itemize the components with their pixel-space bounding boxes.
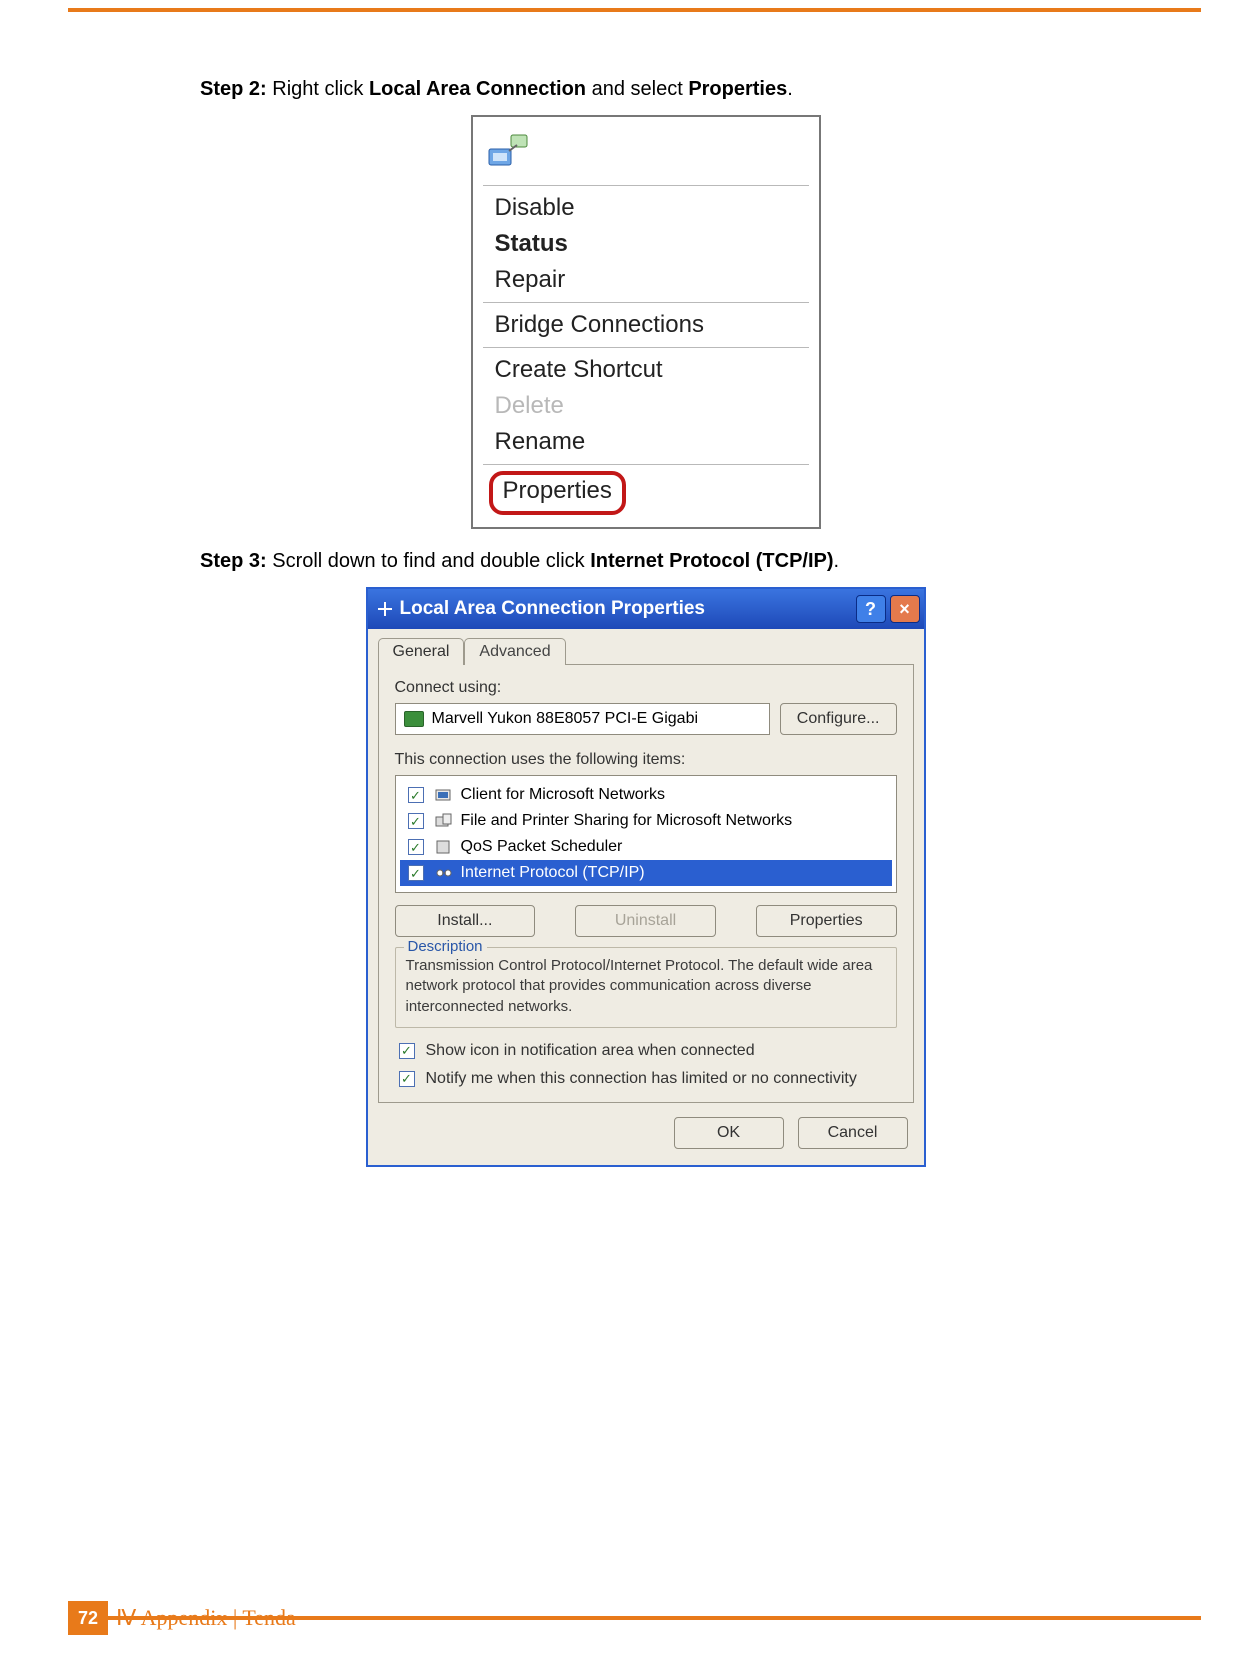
step2-end: . <box>787 78 793 100</box>
item-checkbox[interactable] <box>408 787 424 803</box>
install-button[interactable]: Install... <box>395 905 536 937</box>
step2-text: Step 2: Right click Local Area Connectio… <box>200 75 1091 103</box>
menu-separator <box>483 302 809 303</box>
step3-prefix: Step 3: <box>200 550 267 572</box>
document-page: Step 2: Right click Local Area Connectio… <box>0 0 1241 1653</box>
item-buttons-row: Install... Uninstall Properties <box>395 905 897 937</box>
connect-using-label: Connect using: <box>395 679 897 697</box>
dialog-tabs: General Advanced <box>368 629 924 664</box>
item-label: File and Printer Sharing for Microsoft N… <box>461 812 793 830</box>
notify-option[interactable]: Notify me when this connection has limit… <box>395 1068 897 1090</box>
description-text: Transmission Control Protocol/Internet P… <box>406 956 886 1017</box>
dialog-titlebar: Local Area Connection Properties ? × <box>368 589 924 629</box>
step3-b1: Internet Protocol (TCP/IP) <box>590 550 833 572</box>
tab-advanced[interactable]: Advanced <box>464 638 565 665</box>
item-checkbox[interactable] <box>408 813 424 829</box>
adapter-name: Marvell Yukon 88E8057 PCI-E Gigabi <box>432 710 699 728</box>
item-label: Client for Microsoft Networks <box>461 786 666 804</box>
tab-panel-general: Connect using: Marvell Yukon 88E8057 PCI… <box>378 664 914 1103</box>
network-connection-icon <box>473 123 819 181</box>
step2-mid2: and select <box>586 78 688 100</box>
top-rule <box>68 8 1201 12</box>
tab-general[interactable]: General <box>378 638 465 665</box>
step2-mid: Right click <box>267 78 369 100</box>
page-number: 72 <box>68 1601 108 1635</box>
menu-item-status[interactable]: Status <box>473 226 819 262</box>
tcpip-icon <box>435 865 453 881</box>
context-menu-figure: Disable Status Repair Bridge Connections… <box>471 115 821 529</box>
step2-b2: Properties <box>688 78 787 100</box>
footer-brand: | Tenda <box>227 1605 295 1630</box>
item-checkbox[interactable] <box>408 839 424 855</box>
menu-item-properties[interactable]: Properties <box>489 471 626 515</box>
item-properties-button[interactable]: Properties <box>756 905 897 937</box>
step3-text: Step 3: Scroll down to find and double c… <box>200 547 1091 575</box>
item-label: Internet Protocol (TCP/IP) <box>461 864 645 882</box>
uninstall-button: Uninstall <box>575 905 716 937</box>
fileprint-icon <box>435 813 453 829</box>
menu-item-repair[interactable]: Repair <box>473 262 819 298</box>
adapter-field: Marvell Yukon 88E8057 PCI-E Gigabi <box>395 703 770 735</box>
dialog-footer: OK Cancel <box>368 1103 924 1165</box>
properties-dialog-figure: Local Area Connection Properties ? × Gen… <box>366 587 926 1167</box>
dialog-title: Local Area Connection Properties <box>400 598 705 620</box>
menu-separator <box>483 185 809 186</box>
context-menu: Disable Status Repair Bridge Connections… <box>471 115 821 529</box>
menu-item-shortcut[interactable]: Create Shortcut <box>473 352 819 388</box>
footer-section: Ⅳ Appendix <box>116 1605 227 1630</box>
step2-b1: Local Area Connection <box>369 78 586 100</box>
titlebar-icon <box>376 600 394 618</box>
list-item[interactable]: File and Printer Sharing for Microsoft N… <box>400 808 892 834</box>
show-icon-option[interactable]: Show icon in notification area when conn… <box>395 1040 897 1062</box>
notify-checkbox[interactable] <box>399 1071 415 1087</box>
items-listbox[interactable]: Client for Microsoft Networks File and P… <box>395 775 897 893</box>
adapter-row: Marvell Yukon 88E8057 PCI-E Gigabi Confi… <box>395 703 897 735</box>
item-label: QoS Packet Scheduler <box>461 838 623 856</box>
items-label: This connection uses the following items… <box>395 751 897 769</box>
help-button[interactable]: ? <box>856 595 886 623</box>
item-checkbox[interactable] <box>408 865 424 881</box>
menu-item-bridge[interactable]: Bridge Connections <box>473 307 819 343</box>
list-item[interactable]: QoS Packet Scheduler <box>400 834 892 860</box>
footer-section-text: Ⅳ Appendix | Tenda <box>116 1605 296 1631</box>
client-icon <box>435 787 453 803</box>
close-button[interactable]: × <box>890 595 920 623</box>
list-item[interactable]: Client for Microsoft Networks <box>400 782 892 808</box>
list-item-selected[interactable]: Internet Protocol (TCP/IP) <box>400 860 892 886</box>
properties-dialog: Local Area Connection Properties ? × Gen… <box>366 587 926 1167</box>
step2-prefix: Step 2: <box>200 78 267 100</box>
step3-end: . <box>834 550 840 572</box>
menu-item-disable[interactable]: Disable <box>473 190 819 226</box>
description-group: Description Transmission Control Protoco… <box>395 947 897 1028</box>
configure-button[interactable]: Configure... <box>780 703 897 735</box>
menu-item-rename[interactable]: Rename <box>473 424 819 460</box>
show-icon-label: Show icon in notification area when conn… <box>426 1042 755 1060</box>
show-icon-checkbox[interactable] <box>399 1043 415 1059</box>
menu-item-delete: Delete <box>473 388 819 424</box>
nic-icon <box>404 711 424 727</box>
menu-separator <box>483 347 809 348</box>
qos-icon <box>435 839 453 855</box>
step3-mid: Scroll down to find and double click <box>267 550 591 572</box>
menu-separator <box>483 464 809 465</box>
notify-label: Notify me when this connection has limit… <box>426 1070 857 1088</box>
cancel-button[interactable]: Cancel <box>798 1117 908 1149</box>
description-title: Description <box>404 938 487 955</box>
ok-button[interactable]: OK <box>674 1117 784 1149</box>
menu-item-properties-highlight: Properties <box>489 471 803 515</box>
body-column: Step 2: Right click Local Area Connectio… <box>200 75 1091 1167</box>
